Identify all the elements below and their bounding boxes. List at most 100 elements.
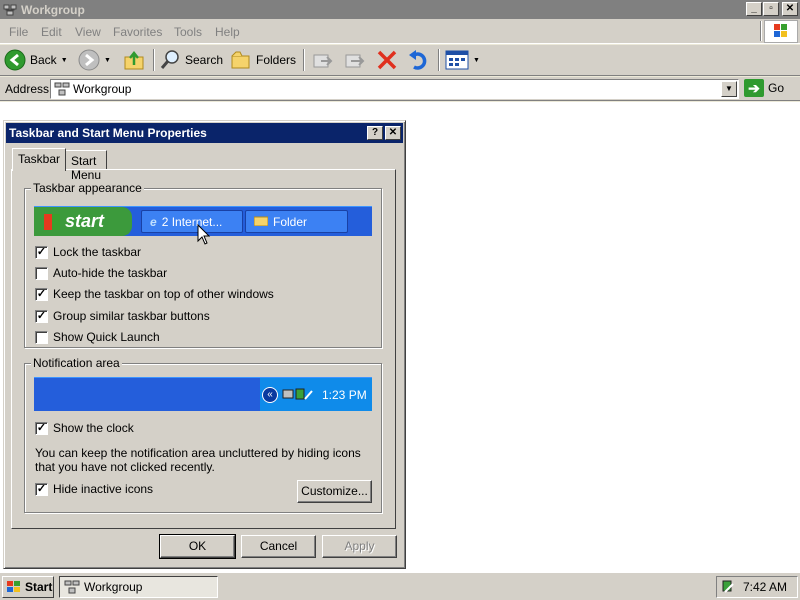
- views-dropdown-icon[interactable]: ▼: [473, 57, 480, 64]
- internet-explorer-icon: e: [150, 214, 157, 229]
- minimize-button[interactable]: _: [746, 2, 762, 16]
- preview-internet-button: e 2 Internet...: [141, 210, 243, 233]
- menu-favorites[interactable]: Favorites: [113, 25, 162, 39]
- menu-divider: [760, 21, 762, 41]
- auto-hide-option[interactable]: Auto-hide the taskbar: [35, 266, 167, 280]
- tray-icons: [282, 388, 313, 400]
- apply-button[interactable]: Apply: [322, 535, 397, 558]
- lock-taskbar-checkbox[interactable]: ✓: [35, 245, 48, 259]
- taskbar-workgroup-label: Workgroup: [84, 580, 143, 594]
- address-field[interactable]: Workgroup ▼: [50, 79, 739, 99]
- menu-help[interactable]: Help: [215, 25, 240, 39]
- network-icon: [3, 4, 17, 15]
- network-icon: [64, 580, 80, 594]
- address-bar: Address Workgroup ▼ ➔ Go: [0, 77, 800, 101]
- copy-to-button[interactable]: [343, 48, 365, 72]
- hide-inactive-checkbox[interactable]: ✓: [35, 482, 48, 496]
- quick-launch-option[interactable]: Show Quick Launch: [35, 330, 160, 344]
- keep-on-top-option[interactable]: ✓ Keep the taskbar on top of other windo…: [35, 287, 274, 301]
- quick-launch-checkbox[interactable]: [35, 330, 48, 344]
- toolbar-divider: [153, 49, 155, 71]
- keep-on-top-label: Keep the taskbar on top of other windows: [53, 287, 274, 301]
- preview-clock: 1:23 PM: [322, 387, 367, 402]
- delete-button[interactable]: [376, 48, 398, 72]
- views-icon: [445, 50, 469, 70]
- back-button[interactable]: Back ▼: [4, 48, 68, 72]
- undo-button[interactable]: [407, 48, 431, 72]
- menu-view[interactable]: View: [75, 25, 101, 39]
- views-button[interactable]: ▼: [445, 48, 480, 72]
- group-buttons-label: Group similar taskbar buttons: [53, 309, 210, 323]
- forward-dropdown-icon[interactable]: ▼: [104, 57, 111, 64]
- show-clock-label: Show the clock: [53, 421, 134, 435]
- mouse-cursor-icon: [197, 224, 211, 245]
- forward-button[interactable]: ▼: [78, 48, 111, 72]
- notification-description: You can keep the notification area unclu…: [35, 446, 361, 474]
- up-folder-button[interactable]: [123, 48, 147, 72]
- window-title-bar: Workgroup _ ▫ ✕: [0, 0, 800, 19]
- start-button[interactable]: Start: [2, 576, 54, 598]
- move-to-icon: [313, 54, 333, 68]
- lock-taskbar-label: Lock the taskbar: [53, 245, 142, 259]
- show-clock-option[interactable]: ✓ Show the clock: [35, 421, 134, 435]
- back-arrow-icon: [4, 49, 26, 71]
- show-clock-checkbox[interactable]: ✓: [35, 421, 48, 435]
- hide-inactive-option[interactable]: ✓ Hide inactive icons: [35, 482, 153, 496]
- keep-on-top-checkbox[interactable]: ✓: [35, 287, 48, 301]
- group-buttons-checkbox[interactable]: ✓: [35, 309, 48, 323]
- menu-edit[interactable]: Edit: [41, 25, 62, 39]
- move-to-button[interactable]: [311, 48, 333, 72]
- ok-button[interactable]: OK: [159, 534, 236, 559]
- menu-tools[interactable]: Tools: [174, 25, 202, 39]
- go-button[interactable]: ➔ Go: [744, 79, 784, 97]
- windows-logo-icon: [7, 581, 20, 592]
- folder-icon: [253, 215, 269, 229]
- quick-launch-label: Show Quick Launch: [53, 330, 160, 344]
- network-status-icon[interactable]: [721, 580, 735, 594]
- go-arrow-icon: ➔: [744, 79, 764, 97]
- dialog-title: Taskbar and Start Menu Properties: [9, 126, 207, 140]
- customize-button[interactable]: Customize...: [297, 480, 372, 503]
- search-label: Search: [185, 53, 224, 67]
- windows-logo-icon: [764, 20, 798, 43]
- menu-file[interactable]: File: [9, 25, 28, 39]
- system-clock[interactable]: 7:42 AM: [743, 580, 787, 594]
- search-button[interactable]: Search: [159, 48, 223, 72]
- toolbar-divider: [438, 49, 440, 71]
- dialog-title-bar: Taskbar and Start Menu Properties ? ✕: [6, 123, 403, 143]
- cancel-button[interactable]: Cancel: [241, 535, 316, 558]
- menu-bar: File Edit View Favorites Tools Help: [0, 19, 800, 44]
- notification-preview: « 1:23 PM: [34, 377, 372, 411]
- help-button[interactable]: ?: [367, 126, 383, 140]
- preview-internet-label: 2 Internet...: [161, 214, 223, 229]
- close-button[interactable]: ✕: [782, 2, 798, 16]
- window-title: Workgroup: [21, 2, 85, 17]
- preview-folder-label: Folder: [273, 214, 308, 229]
- group-buttons-option[interactable]: ✓ Group similar taskbar buttons: [35, 309, 210, 323]
- tab-start-menu[interactable]: Start Menu: [65, 150, 108, 182]
- address-label: Address: [5, 82, 50, 96]
- taskbar-workgroup-button[interactable]: Workgroup: [59, 576, 218, 598]
- tab-taskbar[interactable]: Taskbar: [12, 148, 67, 171]
- dialog-close-button[interactable]: ✕: [385, 126, 401, 140]
- folders-label: Folders: [256, 53, 297, 67]
- auto-hide-label: Auto-hide the taskbar: [53, 266, 168, 280]
- standard-toolbar: Back ▼ ▼ Search Folders ▼: [0, 45, 800, 76]
- address-dropdown-icon[interactable]: ▼: [721, 81, 737, 97]
- preview-tray: « 1:23 PM: [260, 378, 372, 411]
- windows-flag-icon: [44, 213, 60, 230]
- back-label: Back: [30, 53, 57, 67]
- group-title: Taskbar appearance: [31, 181, 144, 195]
- maximize-button[interactable]: ▫: [763, 2, 779, 16]
- expand-chevron-icon: «: [262, 386, 278, 403]
- undo-icon: [409, 50, 427, 70]
- folders-button[interactable]: Folders: [230, 48, 296, 72]
- windows-taskbar: Start Workgroup 7:42 AM: [0, 572, 800, 600]
- copy-to-icon: [345, 54, 365, 68]
- auto-hide-checkbox[interactable]: [35, 266, 48, 280]
- back-dropdown-icon[interactable]: ▼: [61, 57, 68, 64]
- network-icon: [54, 82, 70, 96]
- lock-taskbar-option[interactable]: ✓ Lock the taskbar: [35, 245, 141, 259]
- start-label: Start: [25, 580, 53, 594]
- group-title: Notification area: [31, 356, 122, 370]
